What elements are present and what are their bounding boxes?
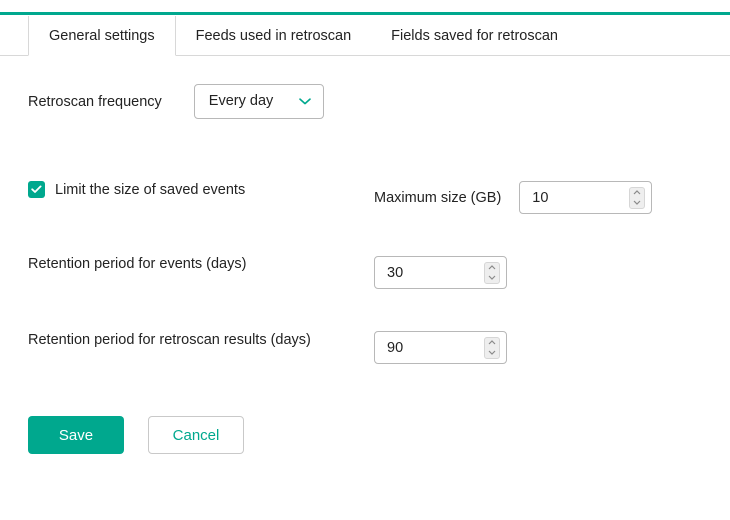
input-retention-events[interactable]	[374, 256, 507, 289]
button-label: Cancel	[173, 427, 220, 444]
label-retention-events: Retention period for events (days)	[28, 256, 246, 272]
checkbox-limit-size[interactable]	[28, 181, 45, 198]
row-retention-results: Retention period for retroscan results (…	[28, 331, 702, 364]
tab-general-settings[interactable]: General settings	[28, 16, 176, 56]
row-retention-events: Retention period for events (days)	[28, 256, 702, 289]
tab-label: General settings	[49, 28, 155, 44]
cancel-button[interactable]: Cancel	[148, 416, 244, 454]
label-frequency: Retroscan frequency	[28, 94, 162, 110]
stepper-icon[interactable]	[484, 262, 500, 284]
tab-feeds-used[interactable]: Feeds used in retroscan	[176, 16, 372, 56]
button-label: Save	[59, 427, 93, 444]
row-limit-size: Limit the size of saved events Maximum s…	[28, 181, 702, 214]
stepper-icon[interactable]	[629, 187, 645, 209]
label-limit-size: Limit the size of saved events	[55, 182, 245, 198]
input-retention-results[interactable]	[374, 331, 507, 364]
select-frequency[interactable]: Every day	[194, 84, 324, 119]
tab-label: Feeds used in retroscan	[196, 28, 352, 44]
save-button[interactable]: Save	[28, 416, 124, 454]
tab-label: Fields saved for retroscan	[391, 28, 558, 44]
select-frequency-value: Every day	[195, 85, 323, 118]
tab-fields-saved[interactable]: Fields saved for retroscan	[371, 16, 578, 56]
tab-bar: General settings Feeds used in retroscan…	[0, 12, 730, 56]
row-frequency: Retroscan frequency Every day	[28, 84, 702, 119]
label-maximum-size: Maximum size (GB)	[374, 190, 501, 206]
settings-form: Retroscan frequency Every day Limit the …	[0, 56, 730, 454]
label-retention-results: Retention period for retroscan results (…	[28, 331, 311, 351]
input-maximum-size[interactable]	[519, 181, 652, 214]
stepper-icon[interactable]	[484, 337, 500, 359]
action-buttons: Save Cancel	[28, 416, 702, 454]
